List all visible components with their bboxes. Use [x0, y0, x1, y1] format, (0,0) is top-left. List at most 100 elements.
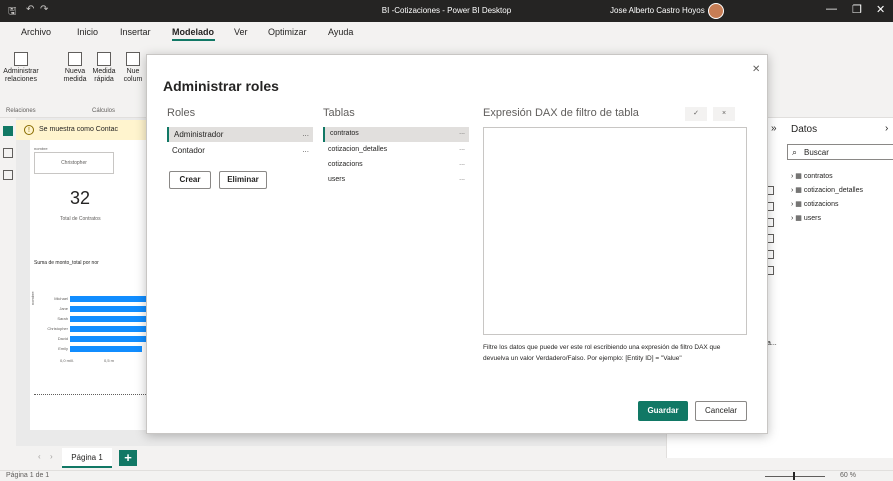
bar[interactable]: [70, 306, 148, 312]
next-page-icon[interactable]: ›: [50, 452, 53, 461]
group-calculations: Cálculos: [92, 108, 116, 114]
zoom-level[interactable]: 60 %: [840, 472, 856, 479]
restore-button[interactable]: ❐: [852, 3, 862, 16]
menu-optimizar[interactable]: Optimizar: [268, 27, 307, 37]
active-tab-indicator: [172, 39, 215, 41]
manage-roles-dialog: Administrar roles ✕ Roles Tablas Expresi…: [146, 54, 768, 434]
bar-label: Emily: [58, 346, 68, 351]
close-window-button[interactable]: ✕: [876, 3, 885, 16]
table-name: contratos: [803, 173, 833, 180]
table-item-contratos[interactable]: contratos ...: [323, 127, 469, 142]
group-relations: Relaciones: [6, 108, 36, 114]
menu-ayuda[interactable]: Ayuda: [328, 27, 353, 37]
report-page: nombre Christopher 32 Total de Contratos…: [30, 140, 148, 430]
more-options-icon[interactable]: ...: [302, 129, 309, 138]
bar-label: Sarah: [57, 316, 68, 321]
calculator-icon: [68, 52, 82, 66]
cancel-dax-button[interactable]: ×: [713, 107, 735, 121]
confirm-dax-button[interactable]: ✓: [685, 107, 707, 121]
bar[interactable]: [70, 316, 148, 322]
chart-title: Suma de monto_total por nor: [34, 260, 99, 266]
page-count: Página 1 de 1: [6, 472, 50, 479]
bar-label: Christopher: [47, 326, 68, 331]
table-item-users[interactable]: users ...: [323, 173, 469, 188]
window-title: BI -Cotizaciones - Power BI Desktop: [381, 6, 512, 15]
model-view-icon[interactable]: [3, 170, 13, 180]
new-column-button[interactable]: Nue colum: [120, 52, 146, 84]
bar[interactable]: [70, 336, 148, 342]
table-name: cotizacions: [328, 161, 363, 168]
bar[interactable]: [70, 296, 148, 302]
close-pane-icon[interactable]: ›: [885, 123, 888, 134]
table-view-icon[interactable]: [3, 148, 13, 158]
table-name: cotizacion_detalles: [328, 146, 388, 153]
cancel-button[interactable]: Cancelar: [695, 401, 747, 421]
more-options-icon[interactable]: ...: [459, 145, 465, 152]
more-options-icon[interactable]: ...: [302, 145, 309, 154]
dialog-title: Administrar roles: [163, 78, 279, 94]
title-bar: 🖫 ↶ ↷ BI -Cotizaciones - Power BI Deskto…: [0, 0, 893, 22]
new-measure-button[interactable]: Nueva medida: [62, 52, 88, 84]
bar-label: Michael: [54, 296, 68, 301]
manage-relations-button[interactable]: Administrar relaciones: [2, 52, 40, 84]
search-icon: ⌕: [792, 147, 798, 157]
slicer-label: nombre: [34, 146, 48, 151]
chart-y-label: nombre: [30, 291, 35, 305]
x-tick: 0,0 mill.: [60, 358, 74, 363]
slicer-box[interactable]: Christopher: [34, 152, 114, 174]
user-name[interactable]: Jose Alberto Castro Hoyos: [610, 6, 705, 15]
search-placeholder: Buscar: [804, 148, 829, 157]
manage-relations-label: Administrar relaciones: [3, 68, 39, 83]
table-item-contratos[interactable]: › ▦ contratos: [791, 172, 833, 180]
table-item-cotizacion-detalles[interactable]: › ▦ cotizacion_detalles: [791, 186, 863, 194]
close-icon[interactable]: ✕: [752, 64, 760, 75]
table-name: users: [803, 215, 821, 222]
menu-archivo[interactable]: Archivo: [21, 27, 51, 37]
new-column-label: Nue colum: [123, 68, 143, 83]
delete-role-button[interactable]: Eliminar: [219, 171, 267, 189]
quick-calc-icon: [97, 52, 111, 66]
role-item-administrador[interactable]: Administrador ...: [167, 127, 313, 142]
menu-bar: Archivo Inicio Insertar Modelado Ver Opt…: [0, 22, 893, 42]
menu-inicio[interactable]: Inicio: [77, 27, 98, 37]
minimize-button[interactable]: —: [826, 3, 837, 15]
table-name: cotizacion_detalles: [803, 187, 863, 194]
zoom-slider[interactable]: [765, 476, 825, 477]
dax-expression-editor[interactable]: [483, 127, 747, 335]
search-input[interactable]: ⌕ Buscar: [787, 144, 893, 160]
save-button[interactable]: Guardar: [638, 401, 688, 421]
role-name: Contador: [172, 146, 205, 155]
role-item-contador[interactable]: Contador ...: [167, 143, 313, 158]
more-options-icon[interactable]: ...: [459, 175, 465, 182]
tab-pagina-1[interactable]: Página 1: [62, 448, 112, 468]
partial-label: a...: [767, 340, 777, 347]
column-icon: [126, 52, 140, 66]
menu-modelado[interactable]: Modelado: [172, 27, 214, 37]
create-role-button[interactable]: Crear: [169, 171, 211, 189]
more-options-icon[interactable]: ...: [459, 129, 465, 136]
relations-icon: [14, 52, 28, 66]
collapse-chevron-icon[interactable]: »: [771, 123, 777, 134]
bar-label: David: [57, 336, 68, 341]
menu-ver[interactable]: Ver: [234, 27, 248, 37]
prev-page-icon[interactable]: ‹: [38, 452, 41, 461]
tables-header: Tablas: [323, 107, 355, 119]
page-tabs-bar: ‹ › Página 1 +: [0, 446, 666, 470]
x-tick: 0,5 m: [104, 358, 115, 363]
add-page-button[interactable]: +: [119, 450, 137, 466]
more-options-icon[interactable]: ...: [459, 160, 465, 167]
table-item-cotizacions[interactable]: cotizacions ...: [323, 158, 469, 173]
table-item-cotizacions[interactable]: › ▦ cotizacions: [791, 200, 838, 208]
table-item-users[interactable]: › ▦ users: [791, 214, 821, 222]
zoom-slider-thumb[interactable]: [793, 472, 795, 480]
bar[interactable]: [70, 346, 142, 352]
report-view-icon[interactable]: [3, 126, 13, 136]
menu-insertar[interactable]: Insertar: [120, 27, 151, 37]
quick-measure-button[interactable]: Medida rápida: [91, 52, 117, 84]
bar[interactable]: [70, 326, 148, 332]
view-as-banner: ! Se muestra como Contac: [16, 120, 150, 140]
data-pane-title: Datos: [791, 124, 818, 135]
avatar[interactable]: [708, 3, 724, 19]
quick-measure-label: Medida rápida: [92, 68, 116, 83]
table-item-cotizacion-detalles[interactable]: cotizacion_detalles ...: [323, 143, 469, 158]
